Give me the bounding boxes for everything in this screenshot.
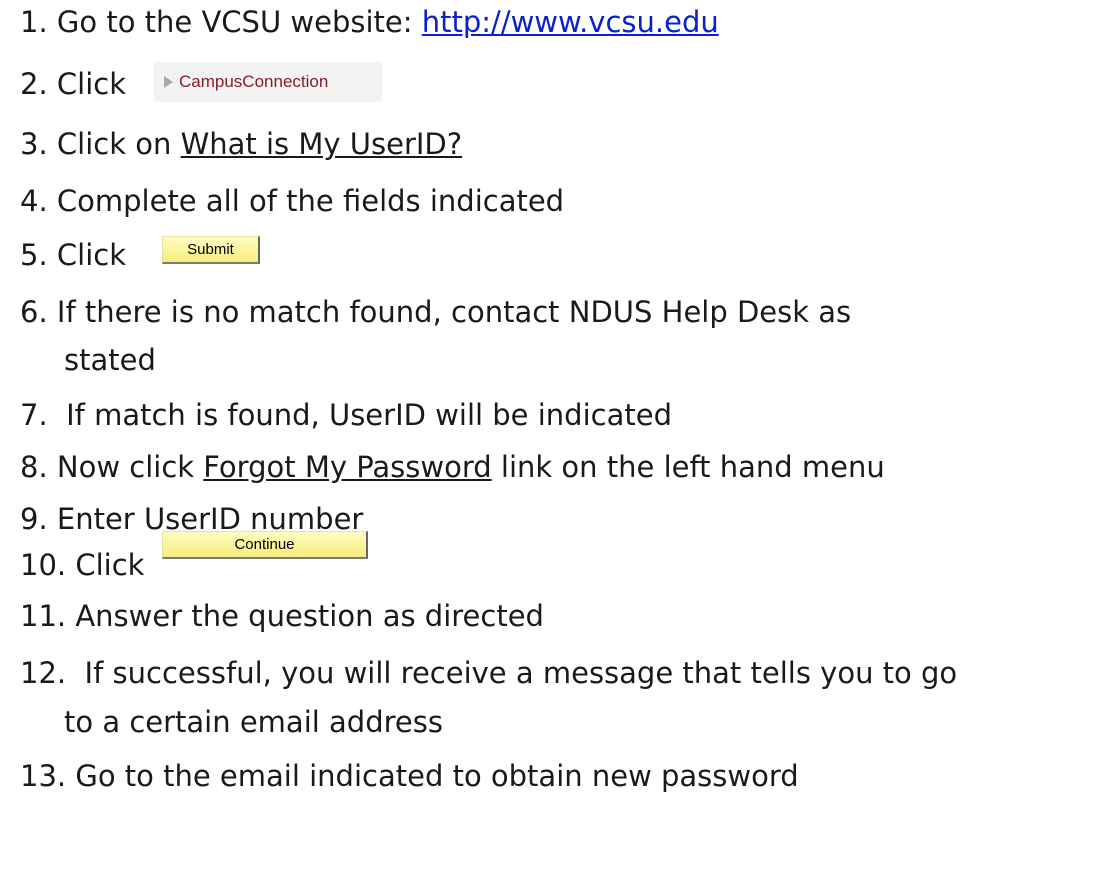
step-text: If match is found, UserID will be indica…: [56, 398, 672, 432]
step-11: 11. Answer the question as directed: [20, 596, 544, 636]
campus-connection-button[interactable]: CampusConnection: [154, 62, 382, 102]
step-number: 10.: [20, 548, 67, 582]
step-number: 2.: [20, 67, 48, 101]
step-number: 8.: [20, 450, 48, 484]
step-text: If there is no match found, contact NDUS…: [56, 295, 852, 329]
step-number: 3.: [20, 127, 48, 161]
step-number: 5.: [20, 238, 48, 272]
step-number: 13.: [20, 759, 67, 793]
step-5: 5. Click: [20, 235, 126, 275]
triangle-right-icon: [164, 76, 173, 88]
step-text: If successful, you will receive a messag…: [75, 656, 958, 690]
step-number: 11.: [20, 599, 67, 633]
submit-button[interactable]: Submit: [162, 236, 260, 264]
step-12-continuation: to a certain email address: [64, 705, 443, 739]
step-text: Click: [56, 67, 126, 101]
continue-button[interactable]: Continue: [162, 531, 368, 559]
step-6-continuation: stated: [64, 343, 156, 377]
forgot-my-password-link[interactable]: Forgot My Password: [203, 450, 491, 484]
step-12: 12. If successful, you will receive a me…: [20, 653, 957, 693]
instructions-document: 1. Go to the VCSU website: http://www.vc…: [0, 0, 1106, 881]
vcsu-website-link[interactable]: http://www.vcsu.edu: [422, 5, 719, 39]
step-3: 3. Click on What is My UserID?: [20, 124, 462, 164]
step-6: 6. If there is no match found, contact N…: [20, 292, 851, 332]
campus-connection-label: CampusConnection: [179, 72, 329, 91]
step-number: 9.: [20, 502, 48, 536]
step-text: Go to the VCSU website:: [56, 5, 422, 39]
step-number: 1.: [20, 5, 48, 39]
step-7: 7. If match is found, UserID will be ind…: [20, 395, 672, 435]
step-8: 8. Now click Forgot My Password link on …: [20, 447, 885, 487]
step-text: Answer the question as directed: [75, 599, 544, 633]
step-text: Click: [56, 238, 126, 272]
step-text-after: link on the left hand menu: [491, 450, 885, 484]
step-number: 12.: [20, 656, 67, 690]
step-text: Complete all of the fields indicated: [56, 184, 565, 218]
step-4: 4. Complete all of the fields indicated: [20, 181, 564, 221]
step-number: 6.: [20, 295, 48, 329]
step-number: 4.: [20, 184, 48, 218]
step-10: 10. Click: [20, 545, 144, 585]
step-text: Click on: [56, 127, 181, 161]
step-13: 13. Go to the email indicated to obtain …: [20, 756, 799, 796]
step-text: Go to the email indicated to obtain new …: [75, 759, 799, 793]
step-2: 2. Click: [20, 64, 126, 104]
step-text: Now click: [56, 450, 204, 484]
step-text: Click: [75, 548, 145, 582]
step-1: 1. Go to the VCSU website: http://www.vc…: [20, 2, 719, 42]
step-number: 7.: [20, 398, 48, 432]
what-is-my-userid-link[interactable]: What is My UserID?: [181, 127, 463, 161]
